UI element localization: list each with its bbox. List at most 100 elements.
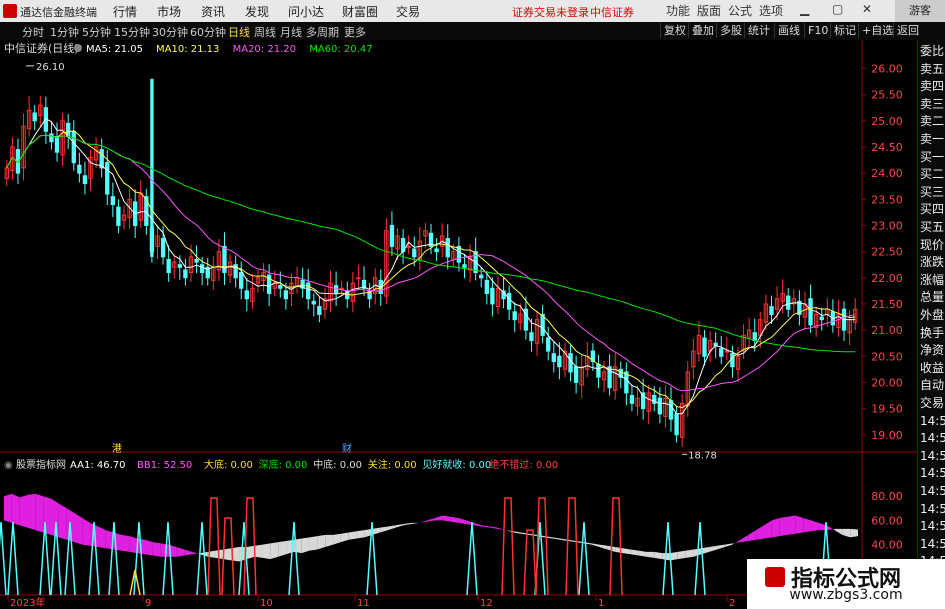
panel-item[interactable]: 14:50 — [920, 449, 945, 463]
panel-item[interactable]: 卖三 — [920, 97, 944, 111]
stats-button[interactable]: 统计 — [744, 23, 773, 38]
kline-chart[interactable]: 26.10 18.78 港 财 26.00 25.50 25.00 24.50 24.00 23… — [0, 40, 917, 609]
panel-item[interactable]: 卖二 — [920, 114, 944, 128]
login-notice[interactable]: 证券交易未登录 — [512, 4, 589, 20]
panel-item[interactable]: 14:50 — [920, 484, 945, 498]
ind-toggle-icon: ◉ — [4, 460, 13, 471]
overlay-button[interactable]: 叠加 — [688, 23, 717, 38]
maximize-icon[interactable]: ▢ — [832, 2, 843, 16]
ind-band-segment — [309, 536, 318, 551]
ytick-label: 19.00 — [871, 429, 903, 442]
period-weekly[interactable]: 周线 — [254, 24, 276, 40]
f10-button[interactable]: F10 — [804, 23, 831, 38]
panel-item[interactable]: 总量 — [920, 290, 944, 304]
period-tick[interactable]: 分时 — [22, 24, 44, 40]
layout-button[interactable]: 版面 — [697, 2, 721, 19]
ind-band-segment — [82, 517, 91, 546]
menu-discover[interactable]: 发现 — [245, 3, 269, 20]
period-multi[interactable]: 多周期 — [306, 24, 339, 40]
xtick-label: 2 — [729, 598, 735, 609]
multi-stock-button[interactable]: 多股 — [716, 23, 745, 38]
panel-item[interactable]: 净资 — [920, 343, 944, 357]
panel-item[interactable]: 买二 — [920, 167, 944, 181]
period-monthly[interactable]: 月线 — [280, 24, 302, 40]
period-daily[interactable]: 日线 — [228, 24, 250, 40]
ind-band-segment — [19, 494, 28, 528]
panel-item[interactable]: 买四 — [920, 202, 944, 216]
ind-legend-item: 大底: 0.00 — [204, 458, 253, 471]
panel-item[interactable]: 现价 — [920, 238, 944, 252]
panel-item[interactable]: 收益 — [920, 361, 944, 375]
formula-button[interactable]: 公式 — [728, 2, 752, 19]
candle-body — [808, 298, 813, 326]
ytick-label: 19.50 — [871, 403, 903, 416]
panel-item[interactable]: 卖一 — [920, 132, 944, 146]
menu-quotes[interactable]: 行情 — [113, 3, 137, 20]
ytick-label: 22.50 — [871, 246, 903, 259]
ind-band-segment — [262, 543, 271, 560]
candle-body — [317, 306, 322, 315]
ind-band-segment — [278, 540, 287, 557]
candle-body — [239, 272, 244, 289]
panel-item[interactable]: 委比 — [920, 44, 944, 58]
app-title: 通达信金融终端 — [20, 6, 97, 19]
panel-item[interactable]: 买五 — [920, 220, 944, 234]
adjust-button[interactable]: 复权 — [660, 23, 689, 38]
broker-name[interactable]: 中信证券 — [590, 4, 634, 20]
ind-band-segment — [356, 530, 365, 539]
panel-item[interactable]: 买三 — [920, 185, 944, 199]
period-more[interactable]: 更多 — [344, 24, 366, 40]
candle-body — [32, 112, 37, 122]
minimize-icon[interactable]: ▁ — [800, 2, 809, 16]
menu-ask[interactable]: 问小达 — [288, 3, 324, 20]
panel-item[interactable]: 交易 — [920, 396, 944, 410]
chart-title: 中信证券(日线) — [4, 41, 79, 55]
panel-item[interactable]: 卖四 — [920, 79, 944, 93]
period-1min[interactable]: 1分钟 — [50, 24, 79, 40]
candle-body — [177, 264, 182, 268]
panel-item[interactable]: 14:50 — [920, 537, 945, 551]
candle-body — [724, 350, 730, 353]
panel-item[interactable]: 换手 — [920, 326, 944, 340]
indicator-title: 股票指标网 — [16, 458, 66, 471]
panel-item[interactable]: 14:50 — [920, 414, 945, 428]
panel-item[interactable]: 14:50 — [920, 519, 945, 533]
menu-wealth[interactable]: 财富圈 — [342, 3, 378, 20]
ind-legend-item: 深底: 0.00 — [259, 458, 308, 471]
panel-item[interactable]: 外盘 — [920, 308, 944, 322]
period-60min[interactable]: 60分钟 — [190, 24, 226, 40]
guest-badge[interactable]: 游客 — [895, 0, 945, 22]
period-5min[interactable]: 5分钟 — [82, 24, 111, 40]
candle-body — [71, 130, 76, 164]
ind-legend-item: 见好就收: 0.00 — [422, 458, 491, 471]
menu-market[interactable]: 市场 — [157, 3, 181, 20]
candle-body — [529, 332, 534, 342]
back-button[interactable]: 返回 — [893, 23, 922, 38]
ytick-label: 25.00 — [871, 115, 903, 128]
period-15min[interactable]: 15分钟 — [114, 24, 150, 40]
panel-item[interactable]: 卖五 — [920, 62, 944, 76]
candle-body — [484, 279, 489, 294]
panel-item[interactable]: 涨幅 — [920, 273, 944, 287]
panel-item[interactable]: 买一 — [920, 150, 944, 164]
function-button[interactable]: 功能 — [666, 2, 690, 19]
panel-item[interactable]: 14:50 — [920, 502, 945, 516]
panel-item[interactable]: 自动 — [920, 378, 944, 392]
add-watchlist-button[interactable]: +自选 — [858, 23, 896, 38]
ind-band-segment — [129, 536, 138, 554]
options-button[interactable]: 选项 — [759, 2, 783, 19]
panel-item[interactable]: 14:50 — [920, 466, 945, 480]
panel-item[interactable]: 14:50 — [920, 431, 945, 445]
close-icon[interactable]: ✕ — [862, 2, 872, 16]
draw-line-button[interactable]: 画线 — [774, 23, 803, 38]
panel-item[interactable]: 涨跌 — [920, 255, 944, 269]
xtick-label: 9 — [145, 598, 151, 609]
candle-body — [546, 337, 551, 352]
ytick-label: 22.00 — [871, 272, 903, 285]
candle-body — [730, 353, 735, 368]
menu-news[interactable]: 资讯 — [201, 3, 225, 20]
menu-trade[interactable]: 交易 — [396, 3, 420, 20]
period-30min[interactable]: 30分钟 — [152, 24, 188, 40]
mark-button[interactable]: 标记 — [830, 23, 859, 38]
candle-body — [674, 413, 679, 436]
